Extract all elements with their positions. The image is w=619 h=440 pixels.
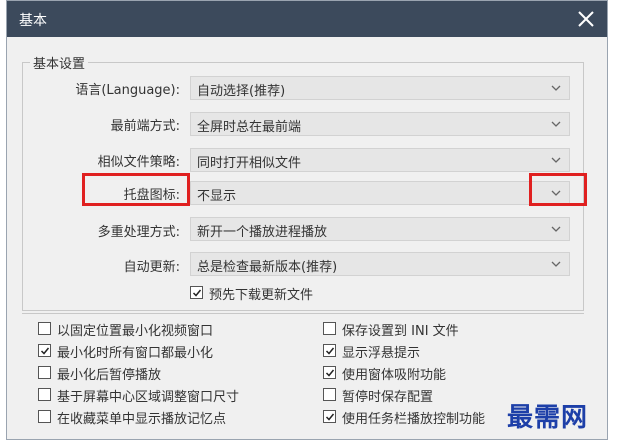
window-title: 基本 <box>19 13 47 29</box>
checkbox-box <box>323 366 336 379</box>
auto-update-value: 总是检查最新版本(推荐) <box>197 260 338 275</box>
auto-update-select[interactable]: 总是检查最新版本(推荐) <box>190 252 570 276</box>
multi-process-label: 多重处理方式: <box>97 225 180 240</box>
check-icon <box>325 347 335 355</box>
checkbox-box <box>323 322 336 335</box>
checkbox-box <box>190 286 203 299</box>
option-label: 最小化时所有窗口都最小化 <box>57 346 214 361</box>
checkbox-box <box>38 366 51 379</box>
checkbox-box <box>38 388 51 401</box>
checkbox-box <box>38 410 51 423</box>
language-value: 自动选择(推荐) <box>197 84 286 99</box>
chevron-down-icon <box>551 226 561 232</box>
group-legend: 基本设置 <box>30 53 89 72</box>
section-divider <box>22 313 584 314</box>
topmost-label: 最前端方式: <box>110 119 180 134</box>
checkbox-box <box>323 344 336 357</box>
tray-icon-select[interactable]: 不显示 <box>190 181 570 205</box>
multi-process-value: 新开一个播放进程播放 <box>197 225 328 240</box>
check-icon <box>325 369 335 377</box>
chevron-down-icon <box>551 85 561 91</box>
chevron-down-icon <box>551 121 561 127</box>
option-label: 使用任务栏播放控制功能 <box>342 412 486 427</box>
close-icon <box>578 11 594 27</box>
topmost-select[interactable]: 全屏时总在最前端 <box>190 112 570 136</box>
close-button[interactable] <box>573 6 599 32</box>
chevron-down-icon <box>551 157 561 163</box>
option-label: 保存设置到 INI 文件 <box>342 324 459 339</box>
option-label: 最小化后暂停播放 <box>57 368 162 383</box>
highlight-box-dropdown <box>529 173 587 206</box>
chevron-down-icon <box>551 261 561 267</box>
multi-process-select[interactable]: 新开一个播放进程播放 <box>190 217 570 241</box>
checkbox-box <box>323 410 336 423</box>
language-select[interactable]: 自动选择(推荐) <box>190 76 570 100</box>
similar-file-select[interactable]: 同时打开相似文件 <box>190 148 570 172</box>
watermark: 最需网 <box>507 403 589 433</box>
check-icon <box>40 347 50 355</box>
option-label: 暂停时保存配置 <box>342 390 434 405</box>
language-label: 语言(Language): <box>75 83 180 98</box>
checkbox-box <box>323 388 336 401</box>
auto-update-label: 自动更新: <box>123 260 180 275</box>
predownload-label: 预先下载更新文件 <box>209 288 314 303</box>
checkbox-box <box>38 322 51 335</box>
option-label: 在收藏菜单中显示播放记忆点 <box>57 412 227 427</box>
tray-icon-value: 不显示 <box>197 189 237 204</box>
option-label: 基于屏幕中心区域调整窗口尺寸 <box>57 390 240 405</box>
check-icon <box>192 289 202 297</box>
similar-file-value: 同时打开相似文件 <box>197 156 302 171</box>
option-label: 使用窗体吸附功能 <box>342 368 447 383</box>
option-label: 显示浮悬提示 <box>342 346 421 361</box>
title-bar: 基本 <box>7 1 607 37</box>
highlight-box-label <box>82 173 190 206</box>
checkbox-box <box>38 344 51 357</box>
similar-file-label: 相似文件策略: <box>97 155 180 170</box>
topmost-value: 全屏时总在最前端 <box>197 120 302 135</box>
check-icon <box>325 413 335 421</box>
option-label: 以固定位置最小化视频窗口 <box>57 324 214 339</box>
